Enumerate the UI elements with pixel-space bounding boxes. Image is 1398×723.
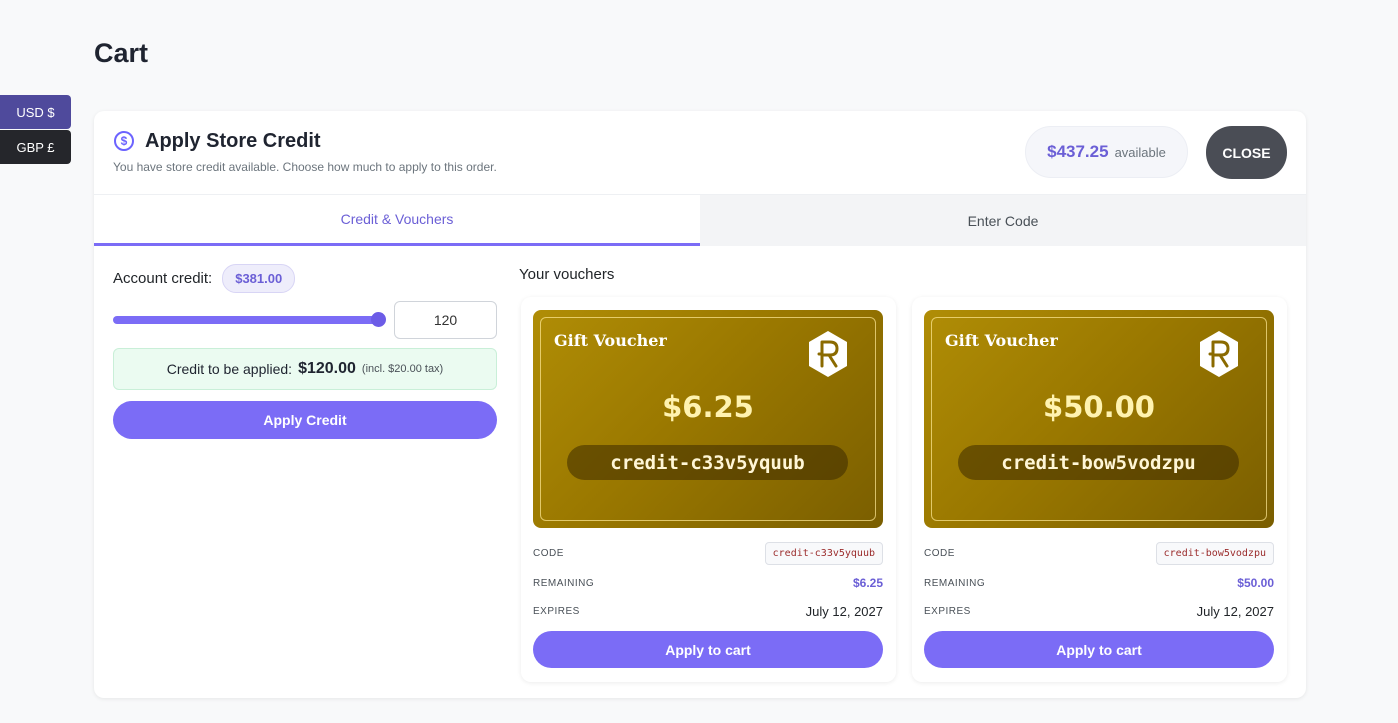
voucher-card: Gift Voucher $50.00 credit-bow5vodzpu CO… xyxy=(912,297,1287,682)
voucher-image-code: credit-bow5vodzpu xyxy=(958,445,1239,480)
credit-amount-input[interactable]: 120 xyxy=(394,301,497,339)
applied-amount: $120.00 xyxy=(298,360,356,377)
page-title: Cart xyxy=(94,38,149,68)
voucher-expires: July 12, 2027 xyxy=(1196,603,1274,619)
voucher-expires: July 12, 2027 xyxy=(805,603,883,619)
voucher-code-label: CODE xyxy=(924,547,955,559)
available-label: available xyxy=(1114,144,1166,160)
tab-enter-code[interactable]: Enter Code xyxy=(700,195,1306,246)
apply-to-cart-button[interactable]: Apply to cart xyxy=(924,631,1274,668)
applied-label: Credit to be applied: xyxy=(166,361,293,377)
credit-slider-track[interactable] xyxy=(113,316,385,324)
voucher-image: Gift Voucher $50.00 credit-bow5vodzpu xyxy=(924,310,1274,528)
panel-title: Apply Store Credit xyxy=(145,130,321,152)
voucher-card: Gift Voucher $6.25 credit-c33v5yquub COD… xyxy=(521,297,896,682)
voucher-code[interactable]: credit-bow5vodzpu xyxy=(1155,541,1274,565)
available-credit-badge: $437.25 available xyxy=(1025,126,1188,178)
apply-credit-button[interactable]: Apply Credit xyxy=(113,401,497,439)
voucher-remaining: $6.25 xyxy=(852,576,883,590)
voucher-expires-label: EXPIRES xyxy=(924,605,971,617)
store-logo-icon xyxy=(1200,331,1238,377)
voucher-image-amount: $50.00 xyxy=(1043,390,1155,424)
voucher-image: Gift Voucher $6.25 credit-c33v5yquub xyxy=(533,310,883,528)
tab-credit-vouchers[interactable]: Credit & Vouchers xyxy=(94,195,700,246)
vouchers-title: Your vouchers xyxy=(519,266,615,283)
voucher-code-label: CODE xyxy=(533,547,564,559)
dollar-circle-icon: $ xyxy=(114,131,134,151)
panel-subtitle: You have store credit available. Choose … xyxy=(113,160,497,174)
store-logo-icon xyxy=(809,331,847,377)
credit-applied-summary: Credit to be applied: $120.00 (incl. $20… xyxy=(113,348,497,390)
account-credit-label: Account credit: xyxy=(113,269,213,287)
close-button[interactable]: CLOSE xyxy=(1206,126,1287,179)
account-credit-balance: $381.00 xyxy=(222,263,296,293)
voucher-image-amount: $6.25 xyxy=(662,390,754,424)
voucher-image-title: Gift Voucher xyxy=(945,331,1058,350)
credit-slider-thumb[interactable] xyxy=(371,312,386,327)
apply-to-cart-button[interactable]: Apply to cart xyxy=(533,631,883,668)
voucher-remaining-label: REMAINING xyxy=(924,577,986,589)
account-credit-section: Account credit: $381.00 120 Credit to be… xyxy=(113,263,497,439)
available-amount: $437.25 xyxy=(1047,142,1109,161)
voucher-remaining-label: REMAINING xyxy=(533,577,595,589)
currency-gbp-button[interactable]: GBP £ xyxy=(0,130,71,164)
voucher-expires-label: EXPIRES xyxy=(533,605,580,617)
store-credit-panel: $ Apply Store Credit You have store cred… xyxy=(94,111,1306,698)
voucher-remaining: $50.00 xyxy=(1237,576,1274,590)
voucher-image-code: credit-c33v5yquub xyxy=(567,445,848,480)
tabs: Credit & Vouchers Enter Code xyxy=(94,194,1306,246)
currency-usd-button[interactable]: USD $ xyxy=(0,95,71,129)
voucher-image-title: Gift Voucher xyxy=(554,331,667,350)
applied-tax: (incl. $20.00 tax) xyxy=(361,363,444,375)
voucher-code[interactable]: credit-c33v5yquub xyxy=(764,541,883,565)
credit-slider-row: 120 xyxy=(113,301,497,339)
panel-header: $ Apply Store Credit You have store cred… xyxy=(94,111,1306,194)
